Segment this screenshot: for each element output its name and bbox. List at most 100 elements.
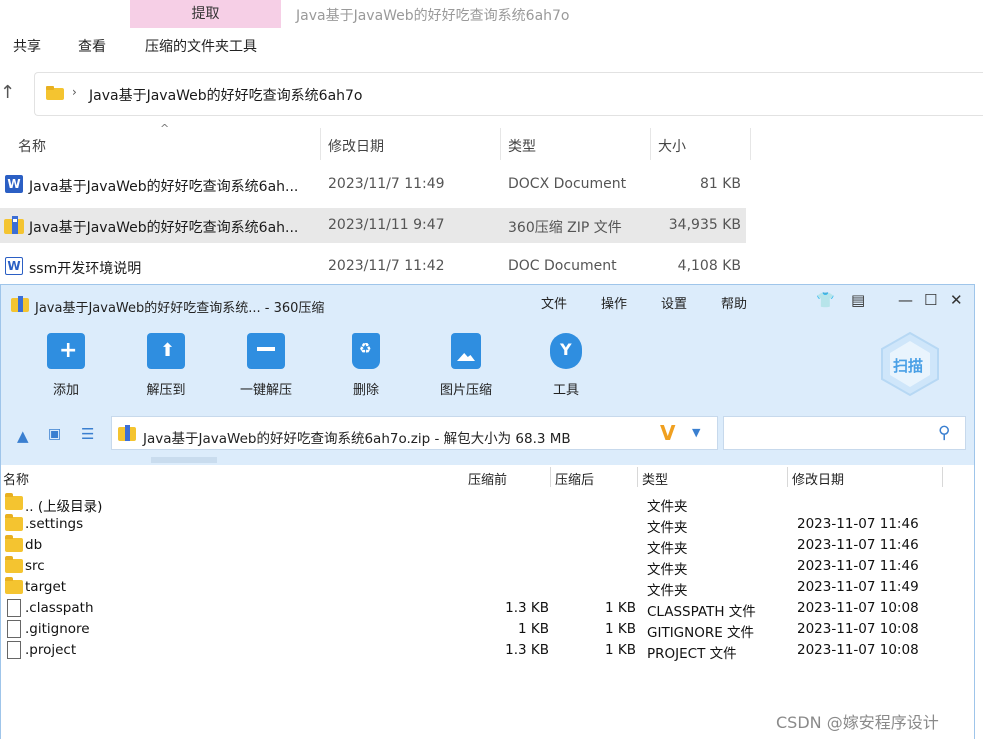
tab-extract[interactable]: 提取	[130, 0, 281, 28]
archive-entry-row[interactable]: .settings 文件夹 2023-11-07 11:46	[1, 514, 974, 536]
entry-date: 2023-11-07 10:08	[797, 600, 919, 616]
zip-archive-icon	[4, 216, 24, 234]
column-divider[interactable]	[650, 128, 651, 160]
tab-compressed-folder-tools[interactable]: 压缩的文件夹工具	[145, 36, 257, 56]
menu-help[interactable]: 帮助	[721, 293, 747, 312]
scan-label: 扫描	[893, 357, 924, 375]
entry-size-before: 1 KB	[518, 621, 549, 637]
thumbnail-view-icon[interactable]: ▣	[48, 426, 61, 442]
search-input[interactable]	[723, 416, 966, 450]
word-icon: W	[5, 257, 23, 275]
folder-icon	[5, 514, 23, 531]
column-divider[interactable]	[637, 467, 638, 487]
add-button[interactable]: + 添加	[26, 333, 106, 398]
column-divider[interactable]	[500, 128, 501, 160]
recycle-bin-icon: ♻	[352, 333, 380, 369]
minimize-icon[interactable]: —	[898, 291, 913, 309]
tools-icon: Y	[550, 333, 582, 369]
column-name[interactable]: 名称	[3, 469, 29, 488]
close-icon[interactable]: ✕	[950, 291, 963, 309]
maximize-icon[interactable]: ☐	[924, 291, 937, 309]
entry-size-after: 1 KB	[605, 642, 636, 658]
column-divider[interactable]	[320, 128, 321, 160]
entry-type: GITIGNORE 文件	[647, 625, 755, 641]
file-row-selected[interactable]: Java基于JavaWeb的好好吃查询系统6ah... 2023/11/11 9…	[0, 208, 746, 243]
add-label: 添加	[52, 383, 79, 398]
search-icon[interactable]: ⚲	[938, 423, 950, 443]
extract-folder-icon: ⬆	[147, 333, 185, 369]
menu-settings[interactable]: 设置	[661, 293, 687, 312]
column-size-after[interactable]: 压缩后	[555, 469, 594, 488]
folder-icon	[5, 535, 23, 552]
tools-button[interactable]: Y 工具	[526, 333, 606, 398]
scroll-indicator[interactable]	[151, 457, 217, 463]
extract-to-button[interactable]: ⬆ 解压到	[126, 333, 206, 398]
tab-view[interactable]: 查看	[78, 36, 106, 56]
sort-ascending-icon: ^	[160, 122, 170, 135]
entry-name: .. (上级目录)	[25, 499, 103, 515]
entry-date: 2023-11-07 11:46	[797, 516, 919, 532]
column-size-before[interactable]: 压缩前	[468, 469, 507, 488]
column-size[interactable]: 大小	[658, 136, 686, 156]
chevron-right-icon[interactable]: ›	[72, 85, 77, 99]
file-date: 2023/11/7 11:42	[328, 258, 445, 274]
entry-type: 文件夹	[647, 562, 688, 578]
archive-entry-row[interactable]: .classpath 1.3 KB 1 KB CLASSPATH 文件 2023-11-…	[1, 598, 974, 620]
entry-name: .gitignore	[25, 621, 90, 637]
dropdown-arrow-icon[interactable]: ▼	[692, 426, 700, 439]
entry-name: db	[25, 537, 43, 553]
feedback-icon[interactable]: ▤	[851, 291, 865, 309]
up-arrow-icon[interactable]: ↑	[0, 82, 15, 103]
zip-window: Java基于JavaWeb的好好吃查询系统... - 360压缩 文件 操作 设…	[0, 284, 975, 739]
archive-entry-row[interactable]: db 文件夹 2023-11-07 11:46	[1, 535, 974, 557]
entry-name: .settings	[25, 516, 84, 532]
column-modified-date[interactable]: 修改日期	[792, 469, 844, 488]
archive-entry-row[interactable]: src 文件夹 2023-11-07 11:46	[1, 556, 974, 578]
skin-shirt-icon[interactable]: 👕	[816, 291, 835, 309]
column-date[interactable]: 修改日期	[328, 136, 384, 156]
add-folder-icon: +	[47, 333, 85, 369]
entry-size-before: 1.3 KB	[505, 642, 549, 658]
image-compress-button[interactable]: 图片压缩	[426, 333, 506, 398]
one-click-extract-button[interactable]: 一键解压	[226, 333, 306, 398]
up-level-icon[interactable]: ▲	[17, 427, 29, 445]
archive-entry-row[interactable]: .project 1.3 KB 1 KB PROJECT 文件 2023-11-07 1…	[1, 640, 974, 662]
file-row[interactable]: W ssm开发环境说明 2023/11/7 11:42 DOC Document…	[0, 248, 746, 288]
watermark: CSDN @嫁安程序设计	[776, 713, 939, 732]
entry-name: .classpath	[25, 600, 94, 616]
file-type: 360压缩 ZIP 文件	[508, 220, 622, 236]
column-type[interactable]: 类型	[642, 469, 668, 488]
file-row[interactable]: W Java基于JavaWeb的好好吃查询系统6ah... 2023/11/7 …	[0, 166, 746, 206]
archive-entry-row[interactable]: .. (上级目录) 文件夹	[1, 493, 974, 515]
column-name[interactable]: 名称	[18, 136, 46, 156]
tab-share[interactable]: 共享	[13, 36, 41, 56]
list-view-icon[interactable]: ☰	[81, 425, 94, 443]
archive-entry-row[interactable]: target 文件夹 2023-11-07 11:49	[1, 577, 974, 599]
file-name: Java基于JavaWeb的好好吃查询系统6ah...	[29, 179, 299, 195]
file-type: DOC Document	[508, 258, 617, 274]
entry-date: 2023-11-07 11:46	[797, 558, 919, 574]
menu-file[interactable]: 文件	[541, 293, 567, 312]
menu-operation[interactable]: 操作	[601, 293, 627, 312]
zip-archive-icon	[11, 296, 29, 312]
one-click-extract-label: 一键解压	[239, 383, 292, 398]
folder-icon	[46, 86, 64, 100]
entry-name: src	[25, 558, 45, 574]
column-divider[interactable]	[942, 467, 943, 487]
scan-button[interactable]: 扫描	[880, 331, 940, 397]
file-date: 2023/11/7 11:49	[328, 176, 445, 192]
column-divider[interactable]	[550, 467, 551, 487]
verified-v-icon: V	[660, 421, 676, 445]
window-title: Java基于JavaWeb的好好吃查询系统6ah7o	[296, 8, 570, 24]
column-divider[interactable]	[750, 128, 751, 160]
entry-date: 2023-11-07 11:46	[797, 537, 919, 553]
delete-button[interactable]: ♻ 删除	[326, 333, 406, 398]
archive-entry-row[interactable]: .gitignore 1 KB 1 KB GITIGNORE 文件 2023-11-07…	[1, 619, 974, 641]
column-type[interactable]: 类型	[508, 136, 536, 156]
image-compress-icon	[451, 333, 481, 369]
file-size: 34,935 KB	[668, 217, 741, 233]
one-click-extract-icon	[247, 333, 285, 369]
file-date: 2023/11/11 9:47	[328, 217, 445, 233]
column-divider[interactable]	[787, 467, 788, 487]
file-icon	[7, 641, 21, 659]
